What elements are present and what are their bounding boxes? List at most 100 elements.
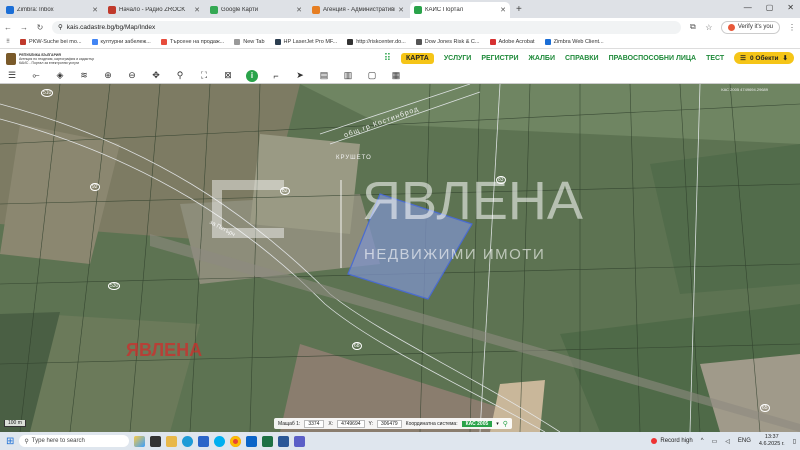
menu-item-services[interactable]: УСЛУГИ	[444, 55, 472, 62]
bookmark-item[interactable]: Търсене на продаж...	[160, 39, 224, 45]
forward-icon[interactable]: →	[20, 23, 28, 32]
windows-store-icon[interactable]	[198, 435, 210, 447]
menu-item-test[interactable]: ТЕСТ	[706, 55, 724, 62]
zoom-out-icon[interactable]: ⊖	[126, 70, 138, 82]
bookmark-icon	[234, 39, 241, 45]
close-icon[interactable]: ✕	[500, 6, 506, 14]
bookmark-item[interactable]: http://riskcenter.do...	[347, 39, 406, 45]
bookmark-icon	[274, 39, 281, 45]
weather-label: Record high	[660, 438, 693, 444]
windows-start-icon[interactable]: ⊞	[6, 436, 14, 447]
objects-button[interactable]: ☰ 0 Обекти ⬇	[734, 52, 794, 64]
fullscreen-icon[interactable]: ⛶	[198, 70, 210, 82]
copilot-icon[interactable]	[134, 435, 146, 447]
apps-grid-icon[interactable]: ⠿	[6, 39, 10, 45]
bookmark-item[interactable]: New Tab	[234, 39, 265, 45]
tab-kais[interactable]: КАИС Портал ✕	[410, 2, 510, 18]
site-info-icon[interactable]: ⚲	[58, 23, 63, 31]
skype-icon[interactable]	[214, 435, 226, 447]
map-toolbar: ☰ ⟜ ◈ ≋ ⊕ ⊖ ✥ ⚲ ⛶ ⊠ i ⌐ ➤ ▤ ▥ ▢ ▦	[0, 68, 800, 84]
watermark-subtitle: НЕДВИЖИМИ ИМОТИ	[364, 246, 546, 263]
tab-agency[interactable]: Агенция - Административни п...✕	[308, 2, 408, 18]
zoom-in-icon[interactable]: ⊕	[102, 70, 114, 82]
bookmark-item[interactable]: Zimbra Web Client...	[544, 39, 604, 45]
search-icon[interactable]: ⚲	[503, 420, 508, 428]
bookmark-label: културни забележ...	[100, 39, 151, 45]
book-icon[interactable]: ▥	[342, 70, 354, 82]
menu-icon[interactable]: ☰	[6, 70, 18, 82]
clock-time: 13:37	[764, 434, 779, 440]
crs-select[interactable]: КАС 2005	[461, 420, 493, 427]
angle-icon[interactable]: ⌐	[270, 70, 282, 82]
notifications-icon[interactable]: ▯	[793, 438, 796, 445]
cadastral-map[interactable]: КАС 2005 4749694.29689 общ.гр.Костинброд…	[0, 84, 800, 432]
word-icon[interactable]	[278, 435, 290, 447]
minimize-icon[interactable]: —	[744, 3, 752, 12]
scale-input[interactable]: 3374	[304, 419, 325, 428]
layers-stack-icon[interactable]: ≋	[78, 70, 90, 82]
map-icon[interactable]: ▤	[318, 70, 330, 82]
reload-icon[interactable]: ↻	[36, 23, 44, 32]
close-icon[interactable]: ✕	[398, 6, 404, 14]
more-menu-icon[interactable]: ⋮	[788, 23, 796, 32]
location-pin-icon[interactable]: ⚲	[174, 70, 186, 82]
menu-item-map[interactable]: КАРТА	[401, 52, 434, 64]
parcel-number: 65	[760, 404, 770, 412]
edge-icon[interactable]	[182, 435, 194, 447]
info-icon[interactable]: i	[246, 69, 258, 82]
verify-button[interactable]: Verify it's you	[720, 20, 780, 34]
menu-item-complaints[interactable]: ЖАЛБИ	[529, 55, 555, 62]
task-view-icon[interactable]	[150, 435, 162, 447]
menu-item-reports[interactable]: СПРАВКИ	[565, 55, 599, 62]
delete-icon[interactable]: ⊠	[222, 70, 234, 82]
grid-icon[interactable]: ▦	[390, 70, 402, 82]
excel-icon[interactable]	[262, 435, 274, 447]
taskbar-search-input[interactable]: ⚲ Type here to search	[19, 435, 130, 447]
logo-line: Агенция по геодезия, картография и кадас…	[19, 56, 95, 61]
frame-icon[interactable]: ▢	[366, 70, 378, 82]
teams-icon[interactable]	[294, 435, 306, 447]
y-coordinate-field: 306479	[376, 419, 402, 428]
apps-grid-icon[interactable]: ⠿	[384, 53, 391, 64]
back-icon[interactable]: ←	[4, 23, 12, 32]
coat-of-arms-icon	[6, 52, 16, 65]
file-explorer-icon[interactable]	[166, 435, 178, 447]
agency-logo[interactable]: РЕПУБЛИКА БЪЛГАРИЯ Агенция по геодезия, …	[6, 52, 126, 65]
menu-item-registers[interactable]: РЕГИСТРИ	[481, 55, 518, 62]
close-icon[interactable]: ✕	[92, 6, 98, 14]
bookmark-item[interactable]: Dow Jones Risk & C...	[415, 39, 480, 45]
chevron-up-icon[interactable]: ^	[701, 438, 704, 444]
tab-zrock[interactable]: Начало - Радио ZROCK ✕	[104, 2, 204, 18]
pan-icon[interactable]: ✥	[150, 70, 162, 82]
close-icon[interactable]: ✕	[194, 6, 200, 14]
bookmark-item[interactable]: HP LaserJet Pro MF...	[274, 39, 337, 45]
bookmark-item[interactable]: PKW-Suche bei mo...	[20, 39, 82, 45]
new-tab-button[interactable]: +	[516, 2, 522, 18]
layers-icon[interactable]: ◈	[54, 70, 66, 82]
tab-google-maps[interactable]: Google Карти ✕	[206, 2, 306, 18]
tab-title: Zimbra: Inbox	[17, 7, 54, 13]
bookmark-item[interactable]: Adobe Acrobat	[489, 39, 535, 45]
language-indicator[interactable]: ENG	[738, 438, 751, 444]
volume-icon[interactable]: ◁	[725, 438, 730, 445]
chrome-icon[interactable]	[230, 435, 242, 447]
close-icon[interactable]: ✕	[296, 6, 302, 14]
map-label-village: КРУШЕТО	[336, 155, 372, 161]
weather-widget[interactable]: Record high	[651, 438, 693, 444]
menu-item-licensed-persons[interactable]: ПРАВОСПОСОБНИ ЛИЦА	[609, 55, 697, 62]
url-input[interactable]: ⚲ kais.cadastre.bg/bg/Map/Index	[52, 20, 681, 34]
measure-line-icon[interactable]: ⟜	[30, 70, 42, 82]
avatar	[727, 23, 735, 31]
close-window-icon[interactable]: ✕	[787, 3, 794, 12]
maximize-icon[interactable]: ▢	[766, 3, 774, 12]
bookmark-item[interactable]: културни забележ...	[91, 39, 151, 45]
address-bar: ← → ↻ ⚲ kais.cadastre.bg/bg/Map/Index ⧉ …	[0, 18, 800, 36]
send-icon[interactable]: ➤	[294, 70, 306, 82]
chevron-down-icon[interactable]: ▾	[496, 421, 499, 427]
network-icon[interactable]: ▭	[712, 438, 718, 445]
translate-icon[interactable]: ⧉	[689, 22, 697, 32]
clock[interactable]: 13:37 4.6.2025 г.	[759, 434, 785, 448]
outlook-icon[interactable]	[246, 435, 258, 447]
bookmark-star-icon[interactable]: ☆	[705, 23, 713, 32]
tab-zimbra[interactable]: Zimbra: Inbox ✕	[2, 2, 102, 18]
